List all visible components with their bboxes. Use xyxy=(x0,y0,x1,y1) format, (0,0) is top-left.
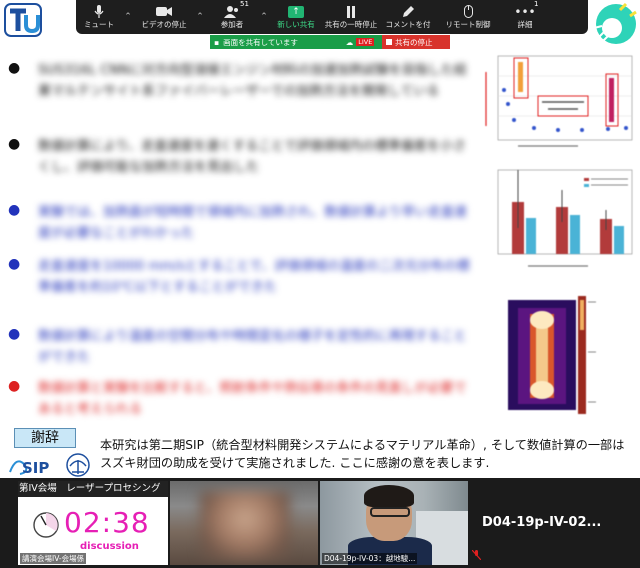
sharing-status: ▪ 画面を共有しています xyxy=(210,35,338,49)
participants-count: 51 xyxy=(240,0,249,8)
stopwatch-icon xyxy=(33,512,59,538)
mute-label: ミュート xyxy=(84,20,114,29)
video-tile-presenter[interactable]: D04-19p-IV-03：越地駿... xyxy=(320,481,468,565)
sip-logo-text: SIP xyxy=(22,459,49,477)
bullet-text: 数値計算と実験を比較すると、照射条件や熱伝導の条件の見直しが必要であると考えられ… xyxy=(38,381,467,417)
video-tile-blurred[interactable] xyxy=(170,481,318,565)
video-camera-icon xyxy=(156,3,172,20)
slide-bullet-list: ● SUS316L CNNに対方向型溶接エンジン材料の加速加熱試験を目指した結果… xyxy=(8,60,478,432)
cloud-icon: ☁ xyxy=(345,37,354,47)
bullet-marker: ● xyxy=(8,326,21,342)
bullet-text: 数値計算により温度の空間分布や時間変化の様子を定性的に再現することができた xyxy=(38,329,467,365)
bullet-marker: ● xyxy=(8,378,21,394)
more-button[interactable]: ••• 1 詳細 xyxy=(500,0,550,34)
acknowledgement-text: 本研究は第二期SIP（統合型材料開発システムによるマテリアル革命）, そして数値… xyxy=(100,438,625,470)
sun-logo xyxy=(593,2,637,45)
remote-control-label: リモート制御 xyxy=(445,20,491,29)
stop-video-label: ビデオの停止 xyxy=(141,20,187,29)
share-screen-icon: ↑ xyxy=(288,3,304,20)
bullet-item: ● 数値計算と実験を比較すると、照射条件や熱伝導の条件の見直しが必要であると考え… xyxy=(8,378,478,422)
microphone-icon xyxy=(94,3,104,20)
bullet-marker: ● xyxy=(8,256,21,272)
pause-share-label: 共有の一時停止 xyxy=(324,20,378,29)
video-options-chevron-icon[interactable]: ⌃ xyxy=(194,0,206,34)
participant-video xyxy=(200,491,290,561)
bullet-text: SUS316L CNNに対方向型溶接エンジン材料の加速加熱試験を目指した結果マル… xyxy=(38,63,467,99)
participants-label: 参加者 xyxy=(220,20,244,29)
pencil-icon xyxy=(402,3,415,20)
participants-icon xyxy=(224,3,240,20)
shared-slide: ● SUS316L CNNに対方向型溶接エンジン材料の加速加熱試験を目指した結果… xyxy=(0,0,640,478)
bullet-item: ● 数値計算により温度の空間分布や時間変化の様子を定性的に再現することができた xyxy=(8,326,478,368)
bullet-text: 実験では、加熱面が短時間で領域内に加熱され、数値計算より早い走査速度が必要なこと… xyxy=(38,205,467,241)
screen-share-banner: ▪ 画面を共有しています ☁ LIVE 共有の停止 xyxy=(210,35,450,49)
acknowledgement-label: 謝辞 xyxy=(14,428,76,448)
bullet-text: 数値計算により、走査速度を速くすることで評価領域内の標準偏差を小さくし、評価可能… xyxy=(38,139,466,175)
university-logo xyxy=(4,3,42,37)
mute-button[interactable]: ミュート xyxy=(76,0,122,34)
more-badge: 1 xyxy=(534,0,539,8)
bullet-marker: ● xyxy=(8,136,21,152)
more-label: 詳細 xyxy=(517,20,533,29)
video-tile-name-only[interactable]: D04-19p-IV-02... xyxy=(470,481,620,565)
participant-name: D04-19p-IV-03：越地駿... xyxy=(322,553,418,564)
more-dots-icon: ••• xyxy=(514,4,536,19)
bullet-item: ● 走査速度を10000 mm/sとすることで、評価領域の温度の二次元分布の標準… xyxy=(8,256,478,316)
video-tile-timer[interactable]: 第IV会場 レーザープロセシング 02:38 discussion 講演会場IV… xyxy=(18,481,168,565)
scatter-figure xyxy=(485,55,633,147)
bullet-item: ● 実験では、加熱面が短時間で領域内に加熱され、数値計算より早い走査速度が必要な… xyxy=(8,202,478,246)
bullet-item: ● SUS316L CNNに対方向型溶接エンジン材料の加速加熱試験を目指した結果… xyxy=(8,60,478,126)
annotate-button[interactable]: コメントを付 xyxy=(380,0,436,34)
countdown-time: 02:38 xyxy=(64,506,150,539)
bullet-marker: ● xyxy=(8,202,21,218)
sip-logo: SIP xyxy=(9,453,90,477)
annotate-label: コメントを付 xyxy=(385,20,431,29)
meeting-toolbar: ミュート ⌃ ビデオの停止 ⌃ 51 参加者 ⌃ ↑ 新しい共有 共有の一時停止… xyxy=(76,0,588,34)
presenter-hair xyxy=(364,485,414,507)
session-title: 第IV会場 レーザープロセシング xyxy=(18,481,168,497)
stop-share-label: 共有の停止 xyxy=(395,37,433,47)
bullet-item: ● 数値計算により、走査速度を速くすることで評価領域内の標準偏差を小さくし、評価… xyxy=(8,136,478,192)
bar-figure xyxy=(497,169,633,267)
sharing-status-text: 画面を共有しています xyxy=(223,37,298,47)
sharing-icons: ☁ LIVE xyxy=(338,35,382,49)
new-share-button[interactable]: ↑ 新しい共有 xyxy=(270,0,322,34)
muted-mic-icon xyxy=(471,549,482,563)
share-indicator-icon: ▪ xyxy=(214,37,220,47)
bullet-marker: ● xyxy=(8,60,21,76)
pause-share-button[interactable]: 共有の一時停止 xyxy=(322,0,380,34)
video-strip: 第IV会場 レーザープロセシング 02:38 discussion 講演会場IV… xyxy=(0,478,640,568)
pause-icon xyxy=(346,3,356,20)
audio-options-chevron-icon[interactable]: ⌃ xyxy=(122,0,134,34)
mouse-icon xyxy=(463,3,473,20)
participant-name: D04-19p-IV-02... xyxy=(482,515,602,530)
bullet-text: 走査速度を10000 mm/sとすることで、評価領域の温度の二次元分布の標準偏差… xyxy=(38,259,470,295)
stop-share-button[interactable]: 共有の停止 xyxy=(382,35,450,49)
presenter-glasses xyxy=(370,507,410,517)
participants-options-chevron-icon[interactable]: ⌃ xyxy=(258,0,270,34)
participant-name: 講演会場IV-会場係 xyxy=(20,553,87,564)
participants-button[interactable]: 51 参加者 xyxy=(206,0,258,34)
thermal-image xyxy=(508,296,596,414)
new-share-label: 新しい共有 xyxy=(277,20,315,29)
session-phase: discussion xyxy=(80,541,139,552)
live-badge: LIVE xyxy=(356,38,375,46)
stop-square-icon xyxy=(386,39,392,45)
slide-figures xyxy=(485,55,633,414)
remote-control-button[interactable]: リモート制御 xyxy=(436,0,500,34)
stop-video-button[interactable]: ビデオの停止 xyxy=(134,0,194,34)
